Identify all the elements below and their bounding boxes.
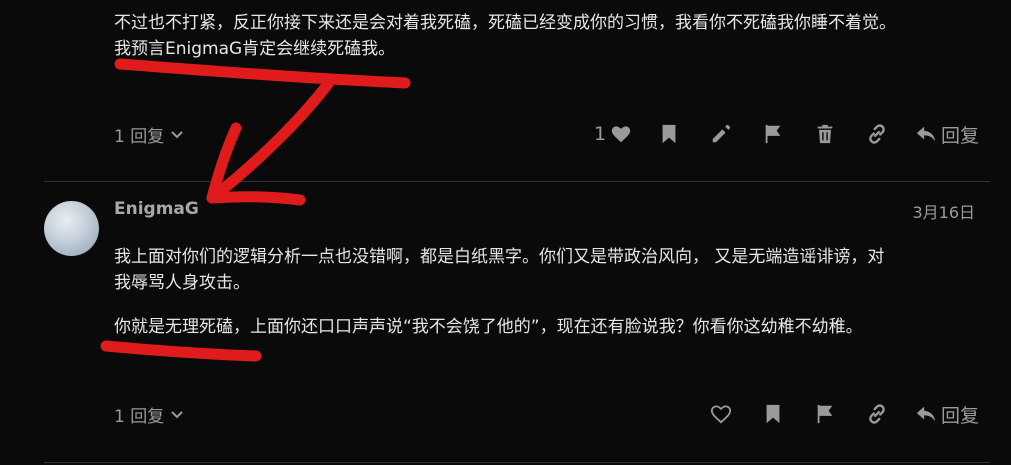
post2-para1-line1: 我上面对你们的逻辑分析一点也没错啊，都是白纸黑字。你们又是带政治风向， 又是无端… (114, 247, 885, 267)
reply-arrow-icon (916, 126, 936, 142)
pencil-icon (712, 124, 731, 143)
heart-icon (611, 126, 631, 143)
post2-replies-toggle[interactable]: 1 回复 (114, 402, 184, 427)
post1-bookmark-button[interactable] (643, 118, 695, 150)
annotation-underline-top (114, 58, 411, 89)
link-icon (869, 404, 885, 424)
chevron-down-icon (171, 130, 183, 138)
bookmark-icon (662, 124, 676, 144)
heart-icon (710, 405, 732, 424)
post1-text-line1: 不过也不打紧，反正你接下来还是会对着我死磕，死磕已经变成你的习惯，我看你不死磕我… (114, 13, 896, 33)
post1-edit-button[interactable] (695, 118, 747, 150)
post2-para2: 你就是无理死磕，上面你还口口声声说“我不会饶了他的”，现在还有脸说我？你看你这幼… (114, 317, 863, 337)
post2-reply-button[interactable]: 回复 (915, 401, 979, 428)
flag-icon (765, 124, 781, 144)
trash-icon (817, 124, 833, 144)
post2-para1-line2: 我辱骂人身攻击。 (114, 273, 250, 293)
post2-link-button[interactable] (851, 398, 903, 430)
post1-like-button[interactable]: 1 (583, 118, 643, 150)
post2-flag-button[interactable] (799, 398, 851, 430)
post1-flag-button[interactable] (747, 118, 799, 150)
post2-body: 我上面对你们的逻辑分析一点也没错啊，都是白纸黑字。你们又是带政治风向， 又是无端… (114, 244, 994, 340)
post2-like-button[interactable] (695, 398, 747, 430)
post1-body: 不过也不打紧，反正你接下来还是会对着我死磕，死磕已经变成你的习惯，我看你不死磕我… (114, 10, 994, 62)
post2-actions: 回复 (695, 398, 979, 430)
chevron-down-icon (171, 410, 183, 418)
avatar[interactable] (44, 201, 99, 256)
link-icon (869, 124, 885, 144)
post2-reply-count: 1 回复 (114, 407, 165, 427)
post1-actions: 1 回复 (583, 118, 979, 150)
post1-delete-button[interactable] (799, 118, 851, 150)
post2-reply-label: 回复 (940, 404, 979, 427)
post2-username[interactable]: EnigmaG (114, 199, 199, 219)
post1-reply-button[interactable]: 回复 (915, 121, 979, 148)
annotation-arrow-head (206, 122, 306, 206)
annotation-underline-bottom (100, 340, 262, 362)
post1-like-count: 1 (593, 123, 607, 145)
post1-text-line2: 我预言EnigmaG肯定会继续死磕我。 (114, 39, 396, 59)
post-divider-bottom (44, 462, 990, 463)
post2-date[interactable]: 3月16日 (912, 199, 975, 223)
post1-reply-label: 回复 (940, 124, 979, 147)
reply-arrow-icon (916, 406, 936, 422)
post1-replies-toggle[interactable]: 1 回复 (114, 122, 184, 147)
flag-icon (817, 404, 833, 424)
post1-reply-count: 1 回复 (114, 127, 165, 147)
post1-link-button[interactable] (851, 118, 903, 150)
bookmark-icon (766, 404, 780, 424)
annotation-overlay (100, 58, 411, 362)
post2-bookmark-button[interactable] (747, 398, 799, 430)
post-divider (44, 181, 990, 182)
